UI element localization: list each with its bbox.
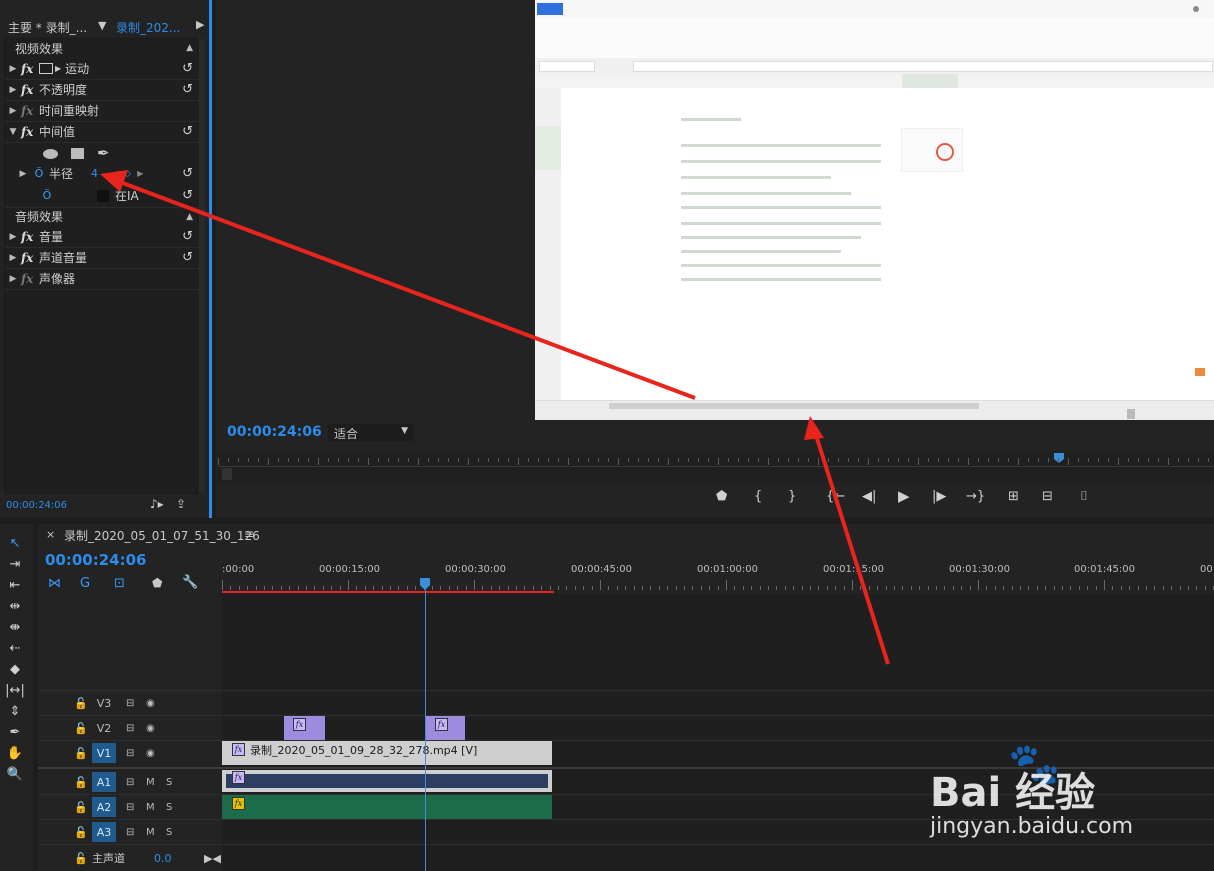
watermark-url: jingyan.baidu.com	[930, 814, 1134, 839]
watermark-brand: Bai 经验	[930, 770, 1096, 816]
baidu-watermark: 🐾 Bai 经验 jingyan.baidu.com	[930, 740, 1170, 848]
arrow-to-monitor	[804, 416, 890, 665]
arrow-to-radius	[100, 170, 696, 400]
playhead-line	[425, 590, 426, 871]
